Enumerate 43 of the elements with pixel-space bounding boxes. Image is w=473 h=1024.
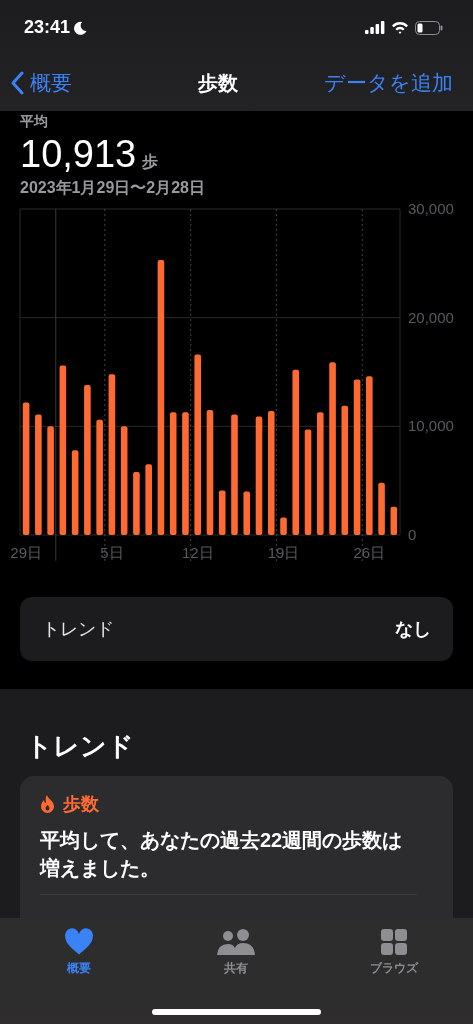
axis-label: 29日: [10, 544, 42, 561]
trend-row[interactable]: トレンド なし: [20, 597, 453, 661]
average-label: 平均: [20, 113, 49, 131]
signal-icon: [365, 21, 385, 34]
tab[interactable]: 共有: [181, 928, 292, 990]
tab[interactable]: 概要: [23, 928, 134, 990]
axis-label: 5日: [100, 544, 124, 561]
axis-label: 0: [408, 526, 417, 543]
trend-label: トレンド: [42, 618, 114, 641]
trend-card[interactable]: 歩数 平均して、あなたの過去22週間の歩数は増えました。: [20, 776, 453, 918]
trend-value: なし: [395, 618, 431, 641]
card-text: 平均して、あなたの過去22週間の歩数は増えました。: [40, 828, 404, 881]
axis-label: 26日: [353, 544, 386, 561]
wifi-icon: [391, 21, 409, 34]
status-time: 23:41: [24, 17, 71, 38]
axis-label: 10,000: [408, 417, 454, 435]
average-value: 10,913: [20, 133, 137, 176]
grid-icon: [380, 928, 409, 956]
axis-label: 20,000: [408, 308, 454, 326]
date-range: 2023年1月29日〜2月28日: [20, 178, 206, 198]
axis-label: 30,000: [408, 200, 454, 217]
heart-icon: [63, 928, 94, 956]
tab[interactable]: ブラウズ: [339, 928, 450, 990]
battery-icon: [415, 20, 443, 35]
bar: [133, 471, 140, 535]
bar: [390, 506, 398, 535]
axis-label: 12日: [181, 544, 214, 561]
moon-icon: [73, 20, 88, 35]
screen-title: 歩数: [198, 70, 238, 96]
bar: [243, 491, 251, 535]
flame-icon: [40, 795, 55, 813]
bar: [218, 490, 226, 535]
bar: [145, 464, 152, 535]
axis-label: 19日: [267, 544, 300, 561]
chevron-left-icon: [10, 71, 24, 95]
back-button[interactable]: 概要: [10, 69, 72, 97]
section-heading: トレンド: [26, 730, 135, 763]
card-title: 歩数: [63, 793, 99, 816]
people-icon: [216, 928, 257, 956]
unit-label: 歩: [142, 152, 159, 172]
add-data-button[interactable]: データを追加: [324, 69, 453, 97]
bar: [378, 482, 385, 535]
bar: [280, 517, 287, 535]
